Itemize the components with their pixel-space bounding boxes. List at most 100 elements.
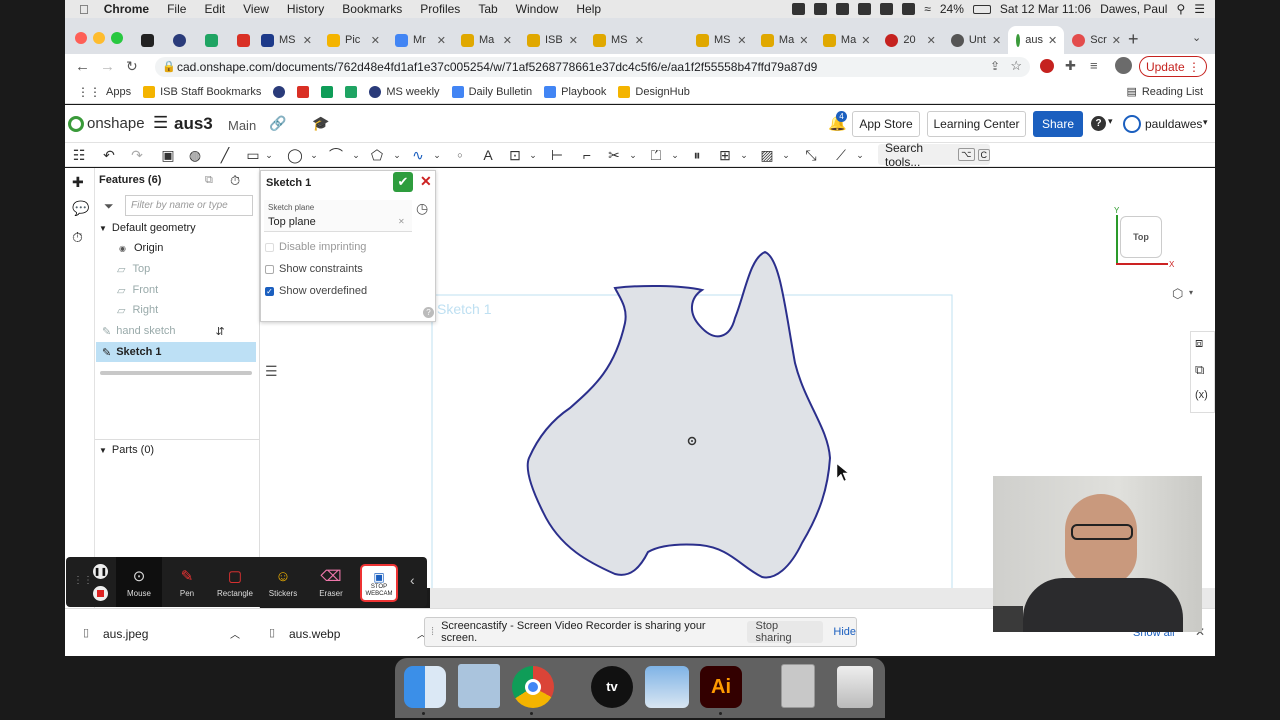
- australia-spline-sketch[interactable]: [526, 250, 832, 579]
- drag-grip-icon[interactable]: ⋮⋮: [73, 575, 93, 586]
- chevron-down-icon[interactable]: ⌄: [261, 147, 277, 163]
- copy-sketch-icon[interactable]: ▣: [160, 147, 176, 163]
- drag-handle-icon[interactable]: ⁞: [431, 626, 434, 638]
- mouse-tool[interactable]: ⊙ Mouse: [116, 557, 162, 607]
- learning-center-button[interactable]: Learning Center: [927, 111, 1026, 137]
- filter-funnel-icon[interactable]: ⏷: [104, 199, 114, 214]
- status-icon[interactable]: [792, 3, 806, 15]
- zoom-window-button[interactable]: [111, 32, 123, 44]
- bookmark-daily-bulletin[interactable]: Daily Bulletin: [451, 85, 532, 98]
- mirror-tool-icon[interactable]: ⏸: [689, 147, 705, 163]
- tab[interactable]: ISB ✕: [519, 26, 585, 54]
- profile-avatar[interactable]: [1115, 57, 1132, 74]
- chevron-down-icon[interactable]: ▾: [1189, 288, 1193, 297]
- clear-x-icon[interactable]: ✕: [398, 217, 405, 226]
- reload-icon[interactable]: ↻: [126, 58, 138, 75]
- share-page-icon[interactable]: ⇪: [990, 59, 1000, 73]
- hide-button[interactable]: Hide: [833, 626, 856, 638]
- collapse-chevron-icon[interactable]: ‹: [410, 572, 415, 588]
- chevron-down-icon[interactable]: ⌄: [667, 147, 683, 163]
- stop-recording-button[interactable]: [93, 586, 108, 601]
- omnibox[interactable]: 🔒 cad.onshape.com/documents/762d48e4fd1a…: [155, 57, 1030, 77]
- filter-input[interactable]: Filter by name or type: [125, 195, 253, 216]
- close-tab-icon[interactable]: ✕: [569, 34, 585, 47]
- close-window-button[interactable]: [75, 32, 87, 44]
- tab[interactable]: Ma ✕: [453, 26, 519, 54]
- bookmark-icon-only[interactable]: [273, 85, 286, 98]
- illustrator-icon[interactable]: Ai: [700, 666, 742, 708]
- chevron-down-icon[interactable]: ▼: [99, 446, 107, 455]
- insert-feature-icon[interactable]: ✚: [72, 174, 84, 191]
- tab[interactable]: MS ✕: [253, 26, 319, 54]
- polygon-tool-icon[interactable]: ⬠: [369, 147, 385, 163]
- tab[interactable]: Ma ✕: [815, 26, 877, 54]
- minimize-window-button[interactable]: [93, 32, 105, 44]
- status-icon[interactable]: [902, 3, 916, 15]
- app-store-button[interactable]: App Store: [852, 111, 920, 137]
- media-icon[interactable]: ≡: [1090, 58, 1098, 73]
- close-tab-icon[interactable]: ✕: [799, 34, 815, 47]
- eraser-tool[interactable]: ⌫ Eraser: [308, 557, 354, 607]
- trim-tool-icon[interactable]: ✂: [606, 147, 622, 163]
- user-avatar-icon[interactable]: [1123, 115, 1141, 133]
- hamburger-menu-icon[interactable]: ☰: [153, 113, 168, 133]
- feature-folder-icon[interactable]: ⧉: [205, 174, 213, 187]
- chevron-down-icon[interactable]: ▾: [1108, 116, 1113, 127]
- variables-panel-icon[interactable]: (x): [1195, 389, 1208, 401]
- circle-tool-icon[interactable]: ◯: [287, 147, 303, 163]
- parts-panel-icon[interactable]: ⧉: [1195, 362, 1204, 378]
- apple-icon[interactable]: : [65, 2, 95, 17]
- close-tab-icon[interactable]: ✕: [1048, 34, 1064, 47]
- use-icon[interactable]: ◍: [187, 147, 203, 163]
- chevron-up-icon[interactable]: ︿: [230, 626, 240, 641]
- close-tab-icon[interactable]: ✕: [371, 34, 387, 47]
- downloads-stack-icon[interactable]: [781, 664, 815, 708]
- search-tools-input[interactable]: Search tools... ⌥ C: [878, 141, 990, 169]
- close-tab-icon[interactable]: ✕: [635, 34, 651, 47]
- rollback-timer-icon[interactable]: ⏱: [230, 173, 240, 189]
- show-overdefined-checkbox[interactable]: ✓ Show overdefined: [265, 285, 367, 297]
- tab[interactable]: Scr ✕: [1064, 26, 1128, 54]
- close-tab-icon[interactable]: ✕: [737, 34, 753, 47]
- feature-sketch1-selected[interactable]: ✎ Sketch 1: [96, 342, 256, 362]
- pen-tool[interactable]: ✎ Pen: [164, 557, 210, 607]
- cancel-x-button[interactable]: ✕: [420, 173, 432, 190]
- rollback-slider[interactable]: [100, 371, 252, 375]
- tab-search-chevron-icon[interactable]: ⌄: [1192, 31, 1201, 44]
- tab[interactable]: MS ✕: [585, 26, 651, 54]
- spotlight-icon[interactable]: ⚲: [1176, 2, 1185, 16]
- chevron-down-icon[interactable]: ⌄: [429, 147, 445, 163]
- close-tab-icon[interactable]: ✕: [1112, 34, 1128, 47]
- history-timer-icon[interactable]: ⏱: [72, 229, 83, 246]
- mail-stamp-icon[interactable]: [458, 664, 500, 708]
- tab-pinned[interactable]: [133, 26, 165, 54]
- user-name[interactable]: Dawes, Paul: [1100, 2, 1167, 16]
- redo-icon[interactable]: ↷: [129, 147, 145, 163]
- learning-cap-icon[interactable]: 🎓: [312, 115, 329, 132]
- tab[interactable]: Pic ✕: [319, 26, 387, 54]
- menu-bookmarks[interactable]: Bookmarks: [333, 2, 411, 16]
- menu-window[interactable]: Window: [507, 2, 568, 16]
- tab-pinned[interactable]: [229, 26, 253, 54]
- status-icon[interactable]: [814, 3, 828, 15]
- close-tab-icon[interactable]: ✕: [437, 34, 453, 47]
- view-options-cube-icon[interactable]: ⬡: [1172, 286, 1183, 302]
- extension-icon[interactable]: [1040, 59, 1054, 73]
- control-center-icon[interactable]: ☰: [1194, 2, 1205, 16]
- link-icon[interactable]: 🔗: [269, 115, 286, 132]
- line-tool-icon[interactable]: ╱: [217, 147, 233, 163]
- offset-tool-icon[interactable]: ⏍: [648, 147, 664, 163]
- chevron-down-icon[interactable]: ⌄: [348, 147, 364, 163]
- arc-tool-icon[interactable]: ⌒: [328, 147, 344, 163]
- feature-origin[interactable]: ◉ Origin: [95, 238, 260, 258]
- fillet-tool-icon[interactable]: ⌐: [579, 147, 595, 163]
- apple-tv-icon[interactable]: tv: [591, 666, 633, 708]
- rollback-bar-icon[interactable]: ⇵: [216, 325, 225, 338]
- feature-top-plane[interactable]: ▱ Top: [95, 259, 260, 279]
- skype-icon[interactable]: [836, 3, 850, 15]
- menu-help[interactable]: Help: [567, 2, 610, 16]
- close-tab-icon[interactable]: ✕: [927, 34, 943, 47]
- bookmark-apps[interactable]: ⋮⋮ Apps: [77, 85, 131, 99]
- reading-list[interactable]: ▤ Reading List: [1126, 85, 1203, 99]
- default-geometry-row[interactable]: ▼ Default geometry: [95, 218, 260, 238]
